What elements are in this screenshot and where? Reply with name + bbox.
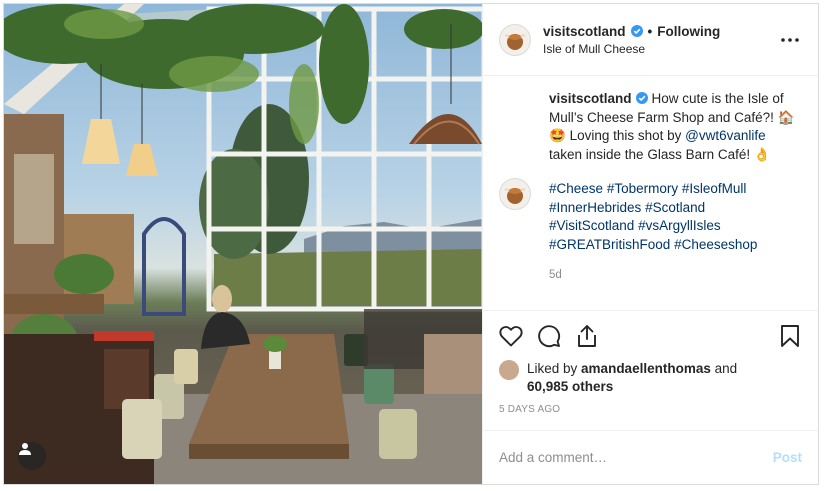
bookmark-icon [781, 324, 799, 347]
author-avatar[interactable] [499, 23, 531, 56]
post-photo[interactable] [4, 4, 482, 484]
author-username[interactable]: visitscotland [543, 24, 626, 39]
caption-mention-link[interactable]: @vwt6vanlife [685, 128, 766, 143]
liker-avatar[interactable] [499, 360, 519, 380]
liked-by-user-link[interactable]: amandaellenthomas [581, 361, 711, 376]
caption-avatar[interactable] [499, 178, 531, 210]
post-side-panel: visitscotland • Following Isle of Mull C… [482, 4, 818, 484]
hashtag-link[interactable]: #Scotland [645, 200, 705, 215]
hashtag-link[interactable]: #GREATBritishFood [549, 237, 670, 252]
heart-icon [499, 325, 523, 346]
other-likes-link[interactable]: 60,985 others [527, 379, 613, 394]
header-line: visitscotland • Following [543, 24, 778, 39]
hashtag-list: #Cheese #Tobermory #IsleofMull #InnerHeb… [549, 180, 802, 254]
share-icon [578, 324, 596, 347]
comment-button[interactable] [535, 322, 563, 350]
post-date: 5 DAYS AGO [499, 404, 561, 415]
caption-body: visitscotland How cute is the Isle of Mul… [549, 90, 802, 164]
post-caption: visitscotland How cute is the Isle of Mul… [549, 90, 802, 310]
comment-input[interactable] [499, 450, 773, 465]
hashtag-link[interactable]: #IsleofMull [682, 181, 747, 196]
caption-text-3: taken inside the Glass Barn Café! [549, 146, 754, 162]
hashtag-link[interactable]: #InnerHebrides [549, 200, 641, 215]
following-button[interactable]: Following [657, 24, 720, 39]
hashtag-link[interactable]: #Cheeseshop [674, 237, 757, 252]
caption-emoji-2: 👌 [753, 146, 771, 162]
action-bar [483, 310, 818, 360]
caption-username[interactable]: visitscotland [549, 91, 632, 106]
header-text: visitscotland • Following Isle of Mull C… [543, 24, 778, 56]
caption-timestamp: 5d [549, 269, 562, 281]
likes-text: Liked by amandaellenthomas and 60,985 ot… [527, 360, 737, 396]
add-comment-bar: Post [483, 430, 818, 484]
hashtag-link[interactable]: #Cheese [549, 181, 603, 196]
highland-cow-icon [502, 26, 528, 53]
liked-by-and: and [710, 361, 738, 376]
comments-area: visitscotland How cute is the Isle of Mul… [483, 76, 818, 310]
verified-badge-icon [635, 92, 648, 104]
post-comment-button[interactable]: Post [773, 450, 802, 465]
likes-summary: Liked by amandaellenthomas and 60,985 ot… [483, 360, 818, 396]
hashtag-link[interactable]: #Tobermory [607, 181, 678, 196]
caption-text-2: Loving this shot by [565, 128, 686, 143]
comment-bubble-icon [538, 324, 561, 347]
like-button[interactable] [497, 322, 525, 350]
post-card: visitscotland • Following Isle of Mull C… [3, 3, 819, 485]
person-icon [19, 443, 31, 455]
highland-cow-icon [502, 181, 528, 207]
save-button[interactable] [776, 322, 804, 350]
hashtag-link[interactable]: #VisitScotland [549, 218, 634, 233]
liked-by-prefix: Liked by [527, 361, 582, 376]
post-header: visitscotland • Following Isle of Mull C… [483, 4, 818, 76]
user-tag-button[interactable] [18, 442, 46, 470]
location-link[interactable]: Isle of Mull Cheese [543, 42, 778, 56]
share-button[interactable] [573, 322, 601, 350]
cafe-scene-image [4, 4, 482, 484]
verified-badge-icon [630, 25, 643, 37]
hashtag-link[interactable]: #vsArgyllIsles [638, 218, 721, 233]
more-dots-icon [781, 37, 799, 42]
header-separator: • [647, 23, 653, 39]
more-options-button[interactable] [778, 28, 802, 52]
